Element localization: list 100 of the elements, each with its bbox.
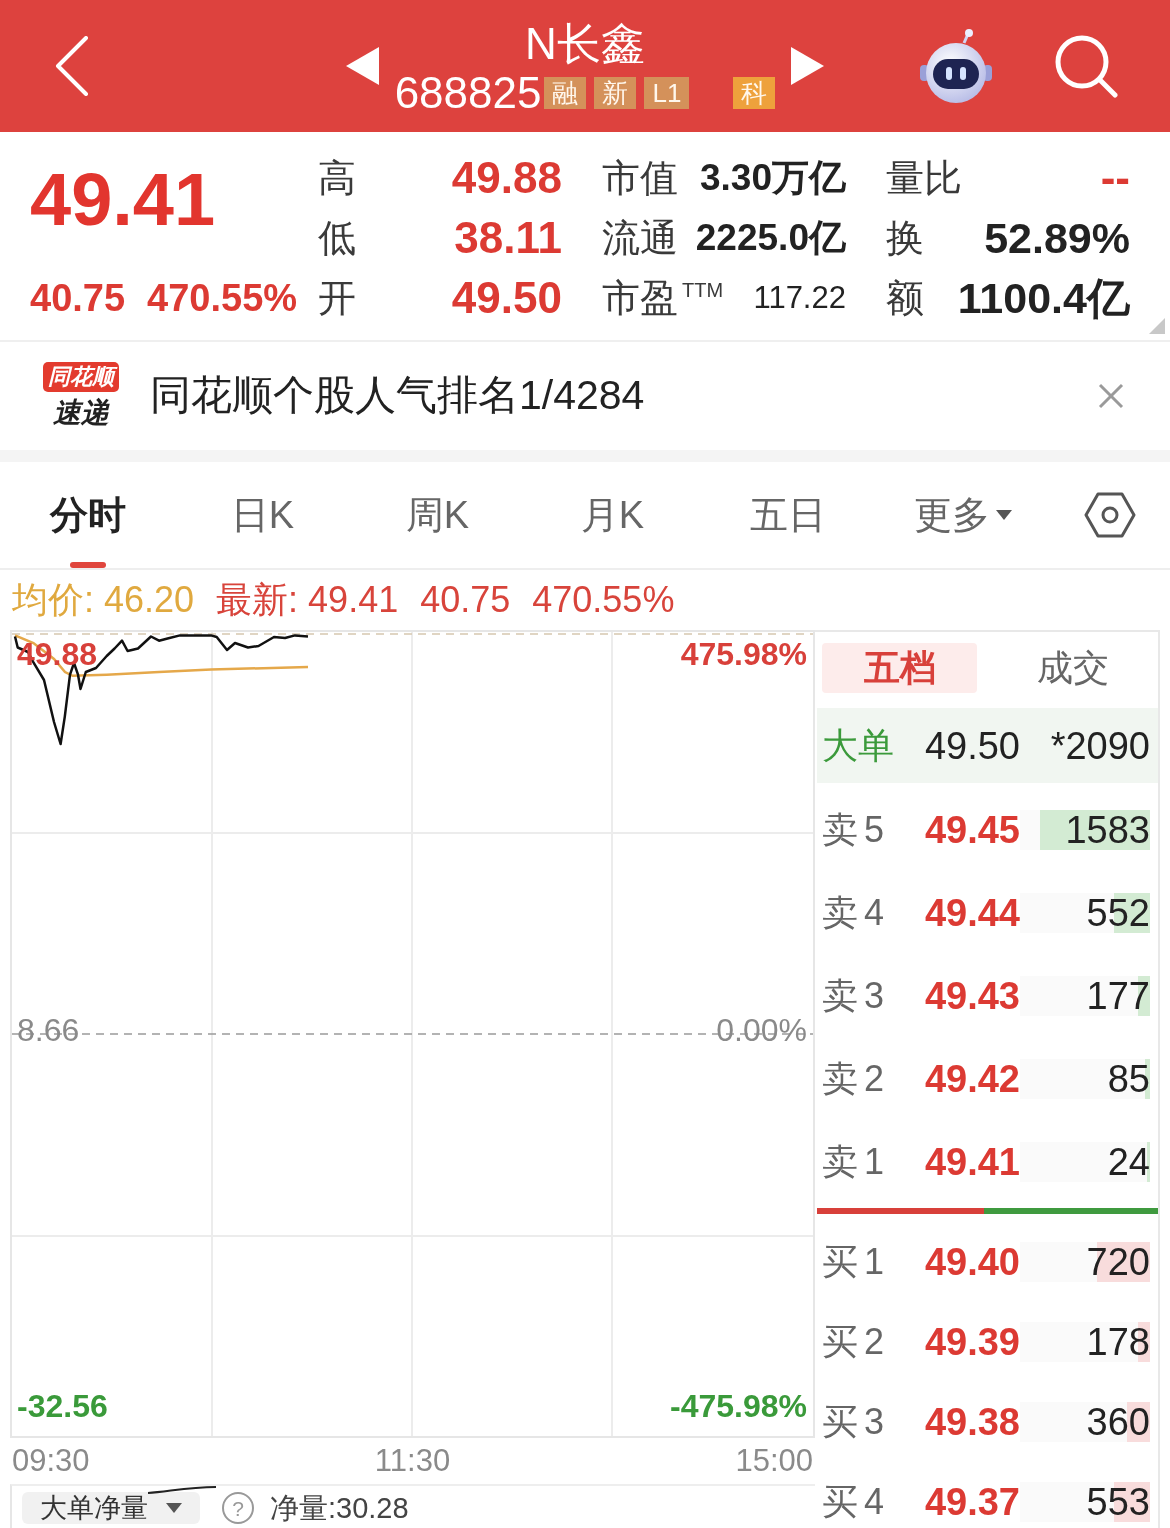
order-label: 买3 [822, 1401, 891, 1442]
previous-stock-button[interactable] [345, 47, 379, 85]
chart-tab[interactable]: 周K [350, 462, 525, 568]
chart-tab[interactable]: 月K [525, 462, 700, 568]
search-button[interactable] [1054, 34, 1118, 98]
close-icon [1098, 383, 1124, 409]
axis-label: 0.00% [716, 1012, 807, 1048]
indicator-dropdown[interactable]: 大单净量 [22, 1492, 200, 1524]
assistant-button[interactable] [918, 28, 994, 104]
settings-button[interactable] [1084, 491, 1136, 539]
legend-text: 最新: 49.41 [216, 578, 399, 622]
stat-value: 38.11 [454, 212, 562, 264]
logo-badge: 同花顺 [43, 362, 119, 392]
order-volume: 178 [1086, 1322, 1150, 1362]
ranking-text: 同花顺个股人气排名1/4284 [150, 371, 645, 421]
stock-name: N长鑫 [525, 19, 645, 69]
stat-label: 量比 [885, 155, 962, 201]
stat-label: 流通 [601, 215, 678, 261]
stat-value: 1100.4亿 [957, 272, 1130, 324]
order-label: 买2 [822, 1321, 891, 1362]
stat-label: 高 [317, 155, 356, 201]
order-price: 49.38 [924, 1401, 1020, 1443]
price-change: 40.75 [30, 276, 126, 321]
triangle-left-icon [345, 47, 379, 85]
chart-tab[interactable]: 日K [175, 462, 350, 568]
order-price: 49.41 [924, 1140, 1020, 1183]
next-stock-button[interactable] [791, 47, 825, 85]
order-label: 卖4 [822, 891, 891, 933]
order-volume: 720 [1086, 1242, 1150, 1282]
order-label: 大单 [822, 724, 894, 766]
order-label: 卖3 [822, 974, 891, 1016]
legend-text: 470.55% [532, 578, 675, 622]
stat-value: 49.50 [451, 272, 562, 324]
stat-label: 市盈$^{TTM}$ [601, 275, 724, 321]
order-volume: 1583 [1065, 809, 1150, 850]
stock-tag: 融 [544, 77, 587, 109]
indicator-line [147, 1486, 217, 1494]
stat-value: 3.30万亿 [699, 156, 846, 201]
order-volume: 85 [1107, 1058, 1150, 1099]
time-label: 15:00 [735, 1441, 813, 1480]
corner-triangle-icon [1149, 318, 1165, 334]
order-label: 卖1 [822, 1140, 891, 1182]
order-price: 49.42 [924, 1057, 1020, 1100]
stat-label: 额 [885, 275, 924, 321]
stat-value: 117.22 [753, 278, 846, 317]
order-label: 卖5 [822, 808, 891, 850]
stock-code: 688825 [394, 70, 542, 116]
legend-text: 均价: 46.20 [12, 578, 195, 622]
stat-value: -- [1100, 152, 1130, 204]
axis-label: -32.56 [17, 1388, 108, 1424]
current-price: 49.41 [30, 157, 217, 243]
order-volume: 360 [1086, 1402, 1150, 1442]
order-volume: 24 [1107, 1141, 1150, 1182]
order-price: 49.39 [924, 1321, 1020, 1363]
stat-value: 52.89% [984, 212, 1130, 264]
stat-label: 开 [317, 275, 356, 321]
stock-tag: 新 [594, 77, 637, 109]
axis-label: 8.66 [17, 1012, 80, 1048]
order-volume: 553 [1086, 1482, 1150, 1522]
chart-tab[interactable]: 更多 [875, 462, 1050, 568]
settings-icon [1084, 491, 1136, 539]
caret-down-icon [166, 1503, 182, 1513]
chevron-left-icon [55, 36, 89, 96]
stock-tag: 科 [733, 77, 776, 109]
stat-value: 2225.0亿 [695, 216, 846, 261]
chart-tab[interactable]: 分时 [0, 462, 175, 568]
order-price: 49.45 [924, 808, 1020, 851]
stock-tag: L1 [644, 77, 690, 109]
order-price: 49.40 [924, 1241, 1020, 1283]
order-volume: 177 [1086, 975, 1150, 1016]
axis-label: -475.98% [670, 1388, 807, 1424]
triangle-right-icon [791, 47, 825, 85]
caret-down-icon [995, 510, 1012, 520]
order-book-tab[interactable]: 成交 [987, 643, 1158, 693]
close-button[interactable] [1098, 383, 1124, 409]
back-button[interactable] [55, 36, 89, 96]
stat-label: 市值 [601, 155, 678, 201]
order-price: 49.44 [924, 891, 1020, 934]
axis-label: 475.98% [680, 636, 807, 672]
order-label: 买1 [822, 1241, 891, 1282]
time-label: 11:30 [374, 1441, 451, 1480]
robot-icon [918, 28, 994, 104]
time-label: 09:30 [12, 1441, 90, 1480]
search-icon [1054, 34, 1118, 98]
order-book-tab[interactable]: 五档 [822, 643, 977, 693]
order-volume: 552 [1086, 892, 1150, 933]
order-label: 卖2 [822, 1057, 891, 1099]
logo-text: 速递 [53, 396, 109, 430]
chart-tab[interactable]: 五日 [700, 462, 875, 568]
order-volume: *2090 [1050, 725, 1150, 766]
stat-label: 换 [885, 215, 924, 261]
legend-text: 40.75 [420, 578, 511, 622]
net-volume-text: 净量:30.28 [270, 1492, 409, 1524]
order-price: 49.37 [924, 1481, 1020, 1523]
percent-change: 470.55% [147, 276, 298, 321]
stat-value: 49.88 [451, 152, 562, 204]
order-price: 49.50 [924, 724, 1020, 767]
order-label: 买4 [822, 1481, 891, 1522]
stat-label: 低 [317, 215, 356, 261]
order-price: 49.43 [924, 974, 1020, 1017]
